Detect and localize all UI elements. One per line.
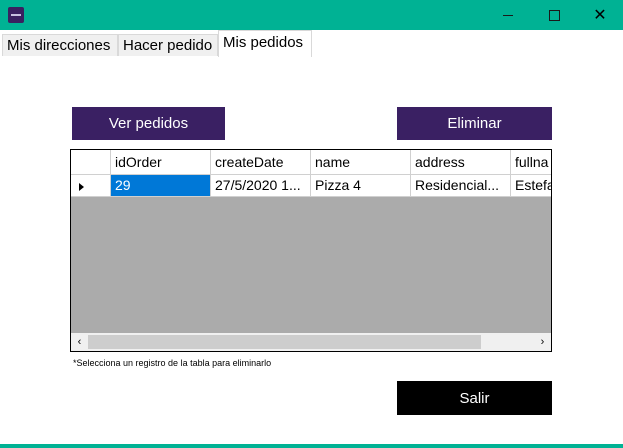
view-orders-button[interactable]: Ver pedidos: [72, 107, 225, 140]
table-row[interactable]: 29 27/5/2020 1... Pizza 4 Residencial...…: [71, 175, 551, 197]
cell-fullname[interactable]: Estefa: [511, 175, 551, 197]
minimize-icon: [503, 14, 513, 16]
tab-mis-direcciones[interactable]: Mis direcciones: [2, 34, 118, 56]
orders-grid[interactable]: idOrder createDate name address fullna 2…: [70, 149, 552, 352]
close-button[interactable]: ✕: [577, 0, 623, 30]
cell-createdate[interactable]: 27/5/2020 1...: [211, 175, 311, 197]
scroll-left-icon[interactable]: ‹: [71, 333, 88, 351]
row-header-corner: [71, 150, 111, 175]
tab-mis-pedidos[interactable]: Mis pedidos: [218, 30, 312, 57]
tab-hacer-pedido[interactable]: Hacer pedido: [118, 34, 218, 56]
grid-header-row: idOrder createDate name address fullna: [71, 150, 551, 175]
close-icon: ✕: [593, 7, 607, 24]
column-header-name[interactable]: name: [311, 150, 411, 175]
row-header[interactable]: [71, 175, 111, 197]
title-bar: ✕: [0, 0, 623, 30]
cell-idorder[interactable]: 29: [111, 175, 211, 197]
cell-address[interactable]: Residencial...: [411, 175, 511, 197]
horizontal-scrollbar[interactable]: ‹ ›: [71, 333, 551, 351]
column-header-idorder[interactable]: idOrder: [111, 150, 211, 175]
delete-button[interactable]: Eliminar: [397, 107, 552, 140]
maximize-button[interactable]: [531, 0, 577, 30]
column-header-createdate[interactable]: createDate: [211, 150, 311, 175]
window-bottom-border: [0, 444, 623, 448]
scroll-right-icon[interactable]: ›: [534, 333, 551, 351]
app-logo-icon: [8, 7, 24, 23]
column-header-address[interactable]: address: [411, 150, 511, 175]
current-row-arrow-icon: [79, 183, 84, 191]
delete-hint-text: *Selecciona un registro de la tabla para…: [73, 358, 272, 368]
minimize-button[interactable]: [485, 0, 531, 30]
cell-name[interactable]: Pizza 4: [311, 175, 411, 197]
column-header-fullname[interactable]: fullna: [511, 150, 551, 175]
scrollbar-thumb[interactable]: [88, 335, 481, 349]
maximize-icon: [548, 9, 560, 21]
exit-button[interactable]: Salir: [397, 381, 552, 415]
